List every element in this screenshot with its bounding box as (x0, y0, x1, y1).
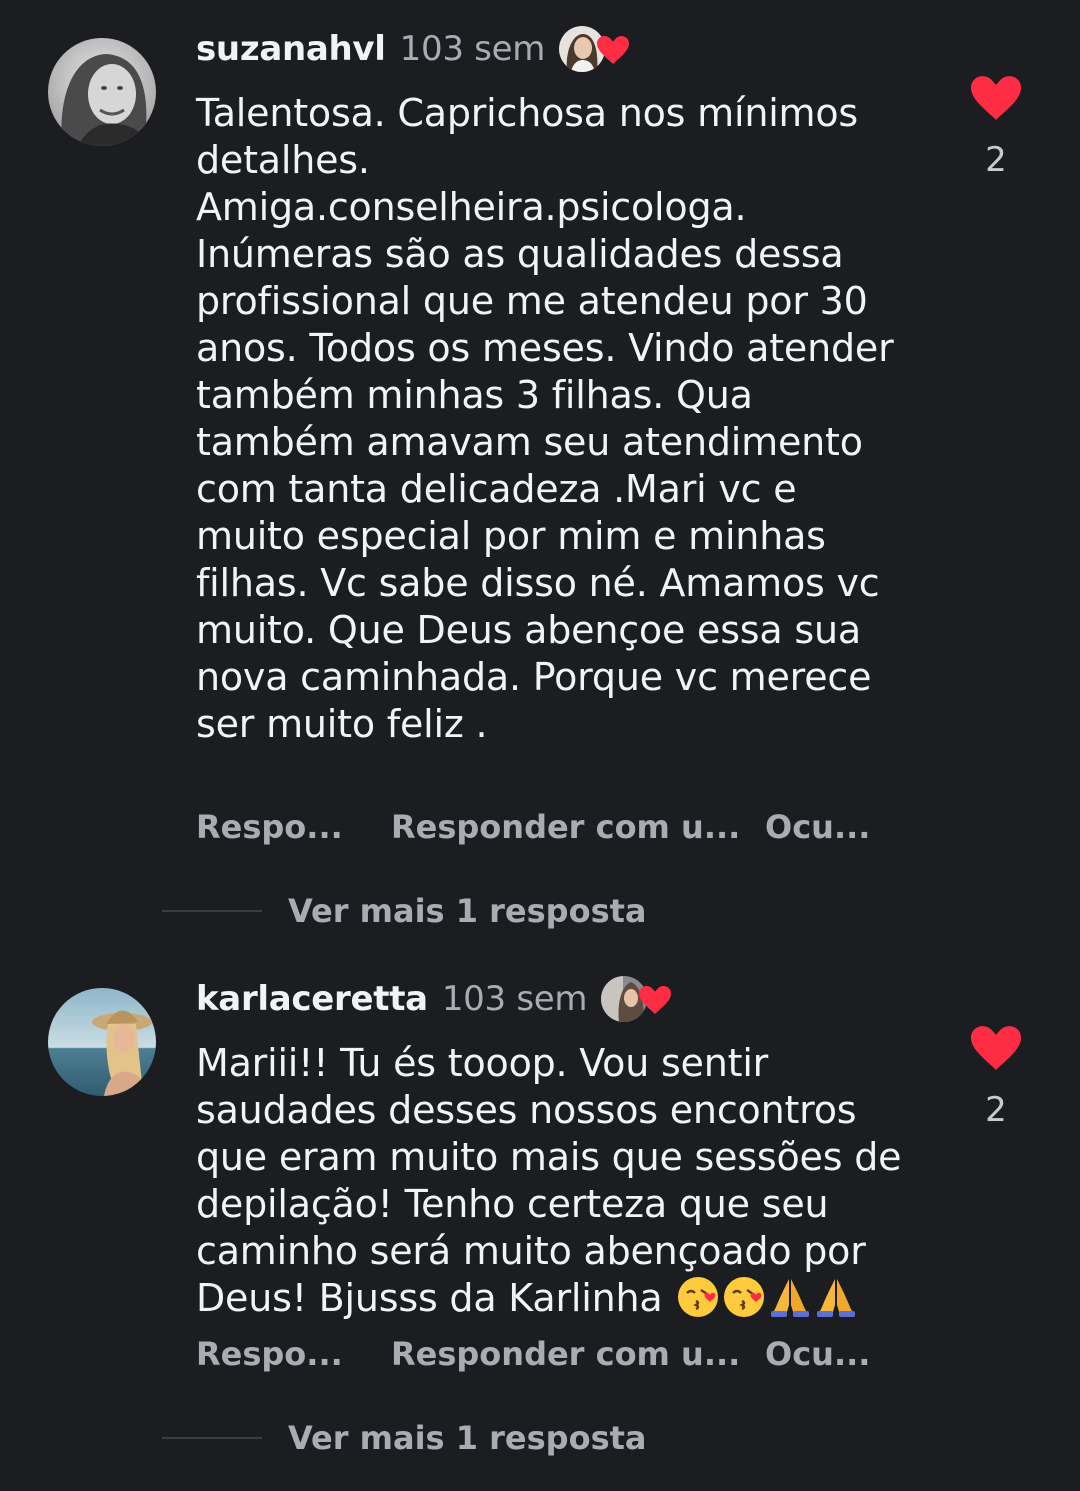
username[interactable]: karlaceretta (196, 979, 428, 1019)
comment-header: karlaceretta 103 sem (196, 974, 672, 1024)
like-count: 2 (985, 140, 1007, 180)
comment-text: Mariii!! Tu és tooop. Vou sentir saudade… (196, 1040, 916, 1322)
author-liked-heart-icon (639, 986, 672, 1014)
timestamp: 103 sem (399, 29, 546, 69)
folded-hands-emoji (771, 1279, 810, 1317)
reply-with-button[interactable]: Responder com u... (391, 1335, 740, 1373)
kissing-face-with-heart-emoji (724, 1277, 765, 1317)
comment-item: suzanahvl 103 sem Talentosa. Caprichosa … (0, 0, 1080, 950)
hide-button[interactable]: Ocu... (765, 1335, 870, 1373)
author-liked-heart-icon (597, 36, 630, 64)
like-column: 2 (966, 1026, 1026, 1130)
folded-hands-emoji (817, 1279, 856, 1317)
divider (162, 1437, 262, 1439)
view-more-replies-label: Ver mais 1 resposta (288, 892, 647, 930)
kissing-face-with-heart-emoji (678, 1277, 719, 1317)
heart-icon[interactable] (971, 1026, 1021, 1070)
heart-icon[interactable] (971, 76, 1021, 120)
username[interactable]: suzanahvl (196, 29, 386, 69)
like-column: 2 (966, 76, 1026, 180)
author-liked-indicator (601, 974, 672, 1024)
comment-text: Talentosa. Caprichosa nos mínimos detalh… (196, 91, 894, 746)
hide-button[interactable]: Ocu... (765, 808, 870, 846)
divider (162, 910, 262, 912)
author-liked-indicator (559, 24, 630, 74)
reply-button[interactable]: Respo... (196, 808, 343, 846)
timestamp: 103 sem (441, 979, 588, 1019)
comment-header: suzanahvl 103 sem (196, 24, 630, 74)
view-more-replies[interactable]: Ver mais 1 resposta (162, 889, 647, 933)
view-more-replies-label: Ver mais 1 resposta (288, 1419, 647, 1457)
comment-item: karlaceretta 103 sem Mariii!! Tu és tooo… (0, 950, 1080, 1491)
avatar[interactable] (48, 988, 156, 1096)
reply-with-button[interactable]: Responder com u... (391, 808, 740, 846)
avatar[interactable] (48, 38, 156, 146)
reply-button[interactable]: Respo... (196, 1335, 343, 1373)
like-count: 2 (985, 1090, 1007, 1130)
view-more-replies[interactable]: Ver mais 1 resposta (162, 1416, 647, 1460)
